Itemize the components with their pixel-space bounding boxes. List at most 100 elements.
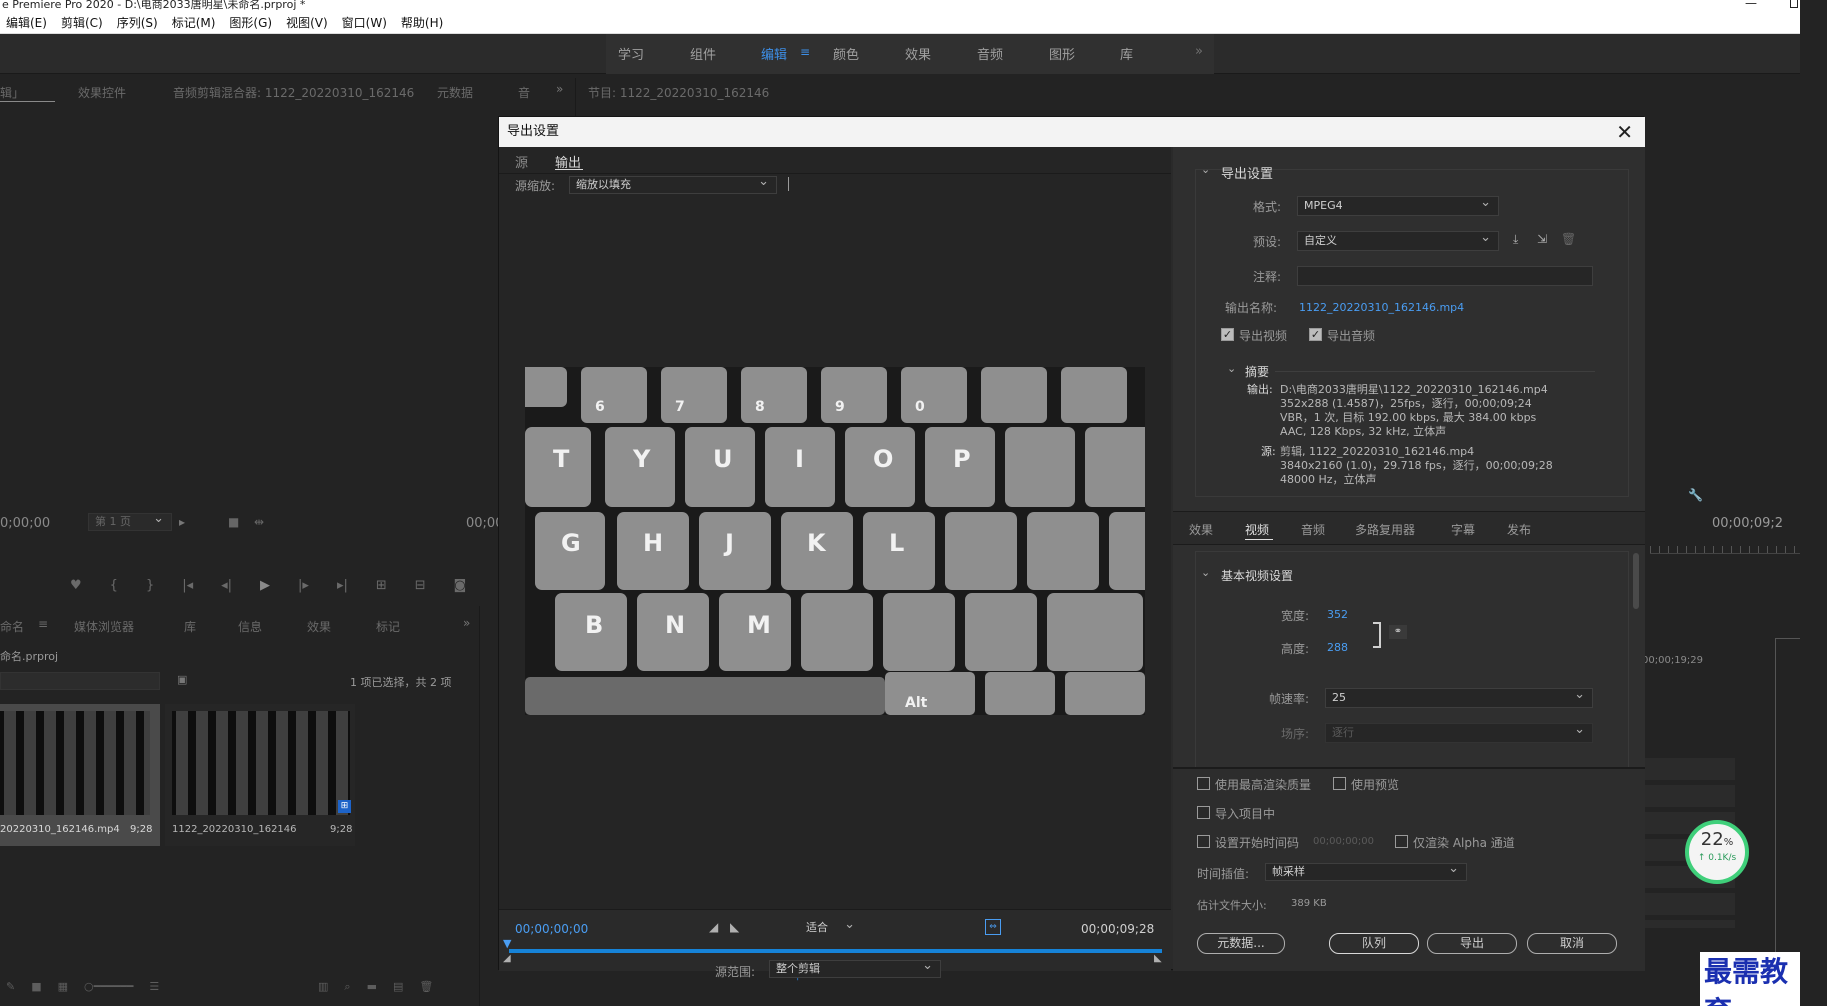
height-value[interactable]: 288: [1327, 641, 1348, 654]
fit-select[interactable]: 适合: [799, 917, 863, 937]
project-menu-icon[interactable]: ≡: [38, 617, 48, 631]
width-value[interactable]: 352: [1327, 608, 1348, 621]
tab-audio-settings[interactable]: 音频: [1301, 521, 1325, 538]
new-item-icon[interactable]: ▤: [393, 980, 403, 994]
source-range-bar[interactable]: [509, 949, 1162, 953]
play-icon[interactable]: ▶: [260, 578, 270, 593]
workspace-effects[interactable]: 效果: [905, 44, 931, 63]
go-to-in-icon[interactable]: |◂: [182, 578, 193, 593]
aspect-ratio-icon[interactable]: ⇔: [985, 919, 1001, 935]
settings-scrollbar[interactable]: [1633, 553, 1639, 609]
menu-view[interactable]: 视图(V): [286, 14, 328, 31]
step-back-icon[interactable]: ◂|: [221, 578, 232, 593]
zoom-slider[interactable]: ○━━━━━━: [84, 980, 133, 993]
field-order-select[interactable]: 逐行: [1325, 721, 1593, 743]
tab-program[interactable]: 节目: 1122_20220310_162146: [588, 84, 769, 101]
tab-metadata[interactable]: 元数据: [437, 84, 473, 101]
menu-markers[interactable]: 标记(M): [172, 14, 216, 31]
list-view-icon[interactable]: ■: [31, 980, 41, 993]
tab-effects-settings[interactable]: 效果: [1189, 521, 1213, 538]
step-forward-icon[interactable]: |▸: [298, 578, 309, 593]
workspace-graphics[interactable]: 图形: [1049, 44, 1075, 63]
play-small-icon[interactable]: ▸: [179, 515, 185, 529]
automate-icon[interactable]: ▥: [318, 980, 328, 994]
metadata-button[interactable]: 元数据...: [1197, 933, 1285, 954]
export-audio-checkbox[interactable]: [1309, 328, 1322, 341]
menu-window[interactable]: 窗口(W): [342, 14, 387, 31]
set-start-timecode-checkbox[interactable]: [1197, 835, 1210, 848]
time-interpolation-select[interactable]: 帧采样: [1265, 861, 1467, 881]
mark-in-icon[interactable]: {: [110, 578, 118, 593]
import-into-project-checkbox[interactable]: [1197, 806, 1210, 819]
output-name-link[interactable]: 1122_20220310_162146.mp4: [1299, 301, 1464, 314]
tab-effect-controls[interactable]: 效果控件: [78, 84, 126, 101]
collapse-video-settings-icon[interactable]: ⌄: [1201, 566, 1210, 579]
start-timecode-value[interactable]: 00;00;00;00: [1313, 836, 1374, 847]
tab-info[interactable]: 信息: [238, 618, 262, 635]
cancel-button[interactable]: 取消: [1527, 933, 1617, 954]
tab-captions[interactable]: 字幕: [1451, 521, 1475, 538]
minimize-icon[interactable]: —: [1745, 0, 1757, 10]
close-icon[interactable]: ✕: [1616, 120, 1633, 144]
trash-icon[interactable]: 🗑: [419, 980, 433, 994]
tab-source[interactable]: 辑」: [0, 84, 24, 101]
save-preset-icon[interactable]: ⤓: [1513, 232, 1518, 247]
queue-button[interactable]: 队列: [1329, 933, 1419, 954]
workspace-color[interactable]: 颜色: [833, 44, 859, 63]
menu-edit[interactable]: 编辑(E): [6, 14, 47, 31]
tab-multiplexer[interactable]: 多路复用器: [1355, 521, 1415, 538]
new-bin-icon[interactable]: ▣: [177, 673, 187, 686]
comment-input[interactable]: [1297, 266, 1593, 286]
new-folder-icon[interactable]: ▬: [367, 980, 377, 994]
panel-overflow-icon[interactable]: »: [556, 82, 563, 96]
sort-icon[interactable]: ☰: [149, 980, 159, 993]
format-select[interactable]: MPEG4: [1297, 194, 1499, 216]
workspace-overflow-icon[interactable]: »: [1195, 44, 1203, 59]
go-to-out-icon[interactable]: ▸|: [337, 578, 348, 593]
project-overflow-icon[interactable]: »: [463, 616, 470, 630]
icon-view-icon[interactable]: ▦: [58, 980, 68, 993]
menu-graphics[interactable]: 图形(G): [229, 14, 272, 31]
insert-icon[interactable]: ⊞: [376, 578, 387, 593]
settings-small-icon[interactable]: ■: [228, 515, 239, 529]
project-search-input[interactable]: [0, 672, 160, 690]
set-in-point-icon[interactable]: ◢: [709, 920, 718, 934]
collapse-summary-icon[interactable]: ⌄: [1227, 362, 1236, 375]
overwrite-icon[interactable]: ⊟: [415, 578, 426, 593]
collapse-export-settings-icon[interactable]: ⌄: [1201, 163, 1210, 176]
workspace-libraries[interactable]: 库: [1120, 44, 1133, 63]
page-select[interactable]: 第 1 页: [88, 511, 172, 531]
export-button[interactable]: 导出: [1427, 933, 1517, 954]
marker-icon[interactable]: ♥: [70, 578, 82, 593]
workspace-menu-icon[interactable]: ≡: [800, 45, 810, 59]
tab-publish[interactable]: 发布: [1507, 521, 1531, 538]
workspace-learn[interactable]: 学习: [618, 44, 644, 63]
use-previews-checkbox[interactable]: [1333, 777, 1346, 790]
mark-out-icon[interactable]: }: [146, 578, 154, 593]
source-range-select[interactable]: 整个剪辑: [769, 958, 941, 978]
menu-sequence[interactable]: 序列(S): [117, 14, 158, 31]
render-alpha-checkbox[interactable]: [1395, 835, 1408, 848]
source-scale-select[interactable]: 缩放以填充: [569, 174, 777, 194]
restore-icon[interactable]: [1790, 0, 1798, 8]
export-video-checkbox[interactable]: [1221, 328, 1234, 341]
playhead-handle-icon[interactable]: ▼: [503, 937, 511, 950]
tab-media-browser[interactable]: 媒体浏览器: [74, 618, 134, 635]
tab-video-settings[interactable]: 视频: [1245, 521, 1269, 538]
tab-audio-clip-mixer[interactable]: 音频剪辑混合器: 1122_20220310_162146: [173, 84, 414, 101]
preset-select[interactable]: 自定义: [1297, 229, 1499, 251]
network-speed-widget[interactable]: 22% ↑ 0.1K/s: [1685, 820, 1749, 884]
menu-help[interactable]: 帮助(H): [401, 14, 443, 31]
link-icon[interactable]: ⚭: [1389, 625, 1407, 639]
workspace-editing[interactable]: 编辑: [761, 44, 787, 63]
tab-source-preview[interactable]: 源: [515, 152, 528, 171]
in-point-handle-icon[interactable]: ◢: [503, 953, 511, 964]
wrench-icon[interactable]: 🔧: [1688, 488, 1703, 502]
frame-rate-select[interactable]: 25: [1325, 686, 1593, 708]
tab-libraries[interactable]: 库: [184, 618, 196, 635]
tab-markers[interactable]: 标记: [376, 618, 400, 635]
import-preset-icon[interactable]: ⇲: [1537, 232, 1547, 246]
tab-audio[interactable]: 音: [518, 84, 530, 101]
tab-effects[interactable]: 效果: [307, 618, 331, 635]
find-icon[interactable]: ⌕: [344, 980, 350, 994]
